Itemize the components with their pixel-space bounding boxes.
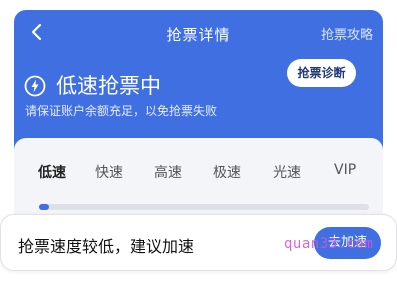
- speed-tab-light[interactable]: 光速: [273, 162, 301, 182]
- speed-slider-fill: [39, 204, 49, 210]
- status-subtitle: 请保证账户余额充足，以免抢票失败: [25, 104, 218, 118]
- diagnose-button[interactable]: 抢票诊断: [287, 59, 356, 87]
- nav-bar: 抢票详情 抢票攻略: [14, 10, 383, 56]
- speed-tab-fast[interactable]: 快速: [95, 162, 123, 182]
- lightning-bolt-icon: [24, 75, 46, 97]
- watermark: quan33.com: [284, 236, 374, 252]
- speed-tab-vip[interactable]: VIP: [334, 162, 356, 178]
- ticket-guide-link[interactable]: 抢票攻略: [321, 24, 373, 43]
- toast-message: 抢票速度较低，建议加速: [18, 237, 195, 256]
- status-title: 低速抢票中: [56, 74, 161, 98]
- speed-tab-high[interactable]: 高速: [154, 162, 182, 182]
- speed-slider-track[interactable]: [39, 204, 369, 210]
- speed-tab-low[interactable]: 低速: [38, 162, 66, 182]
- speed-tab-extreme[interactable]: 极速: [213, 162, 241, 182]
